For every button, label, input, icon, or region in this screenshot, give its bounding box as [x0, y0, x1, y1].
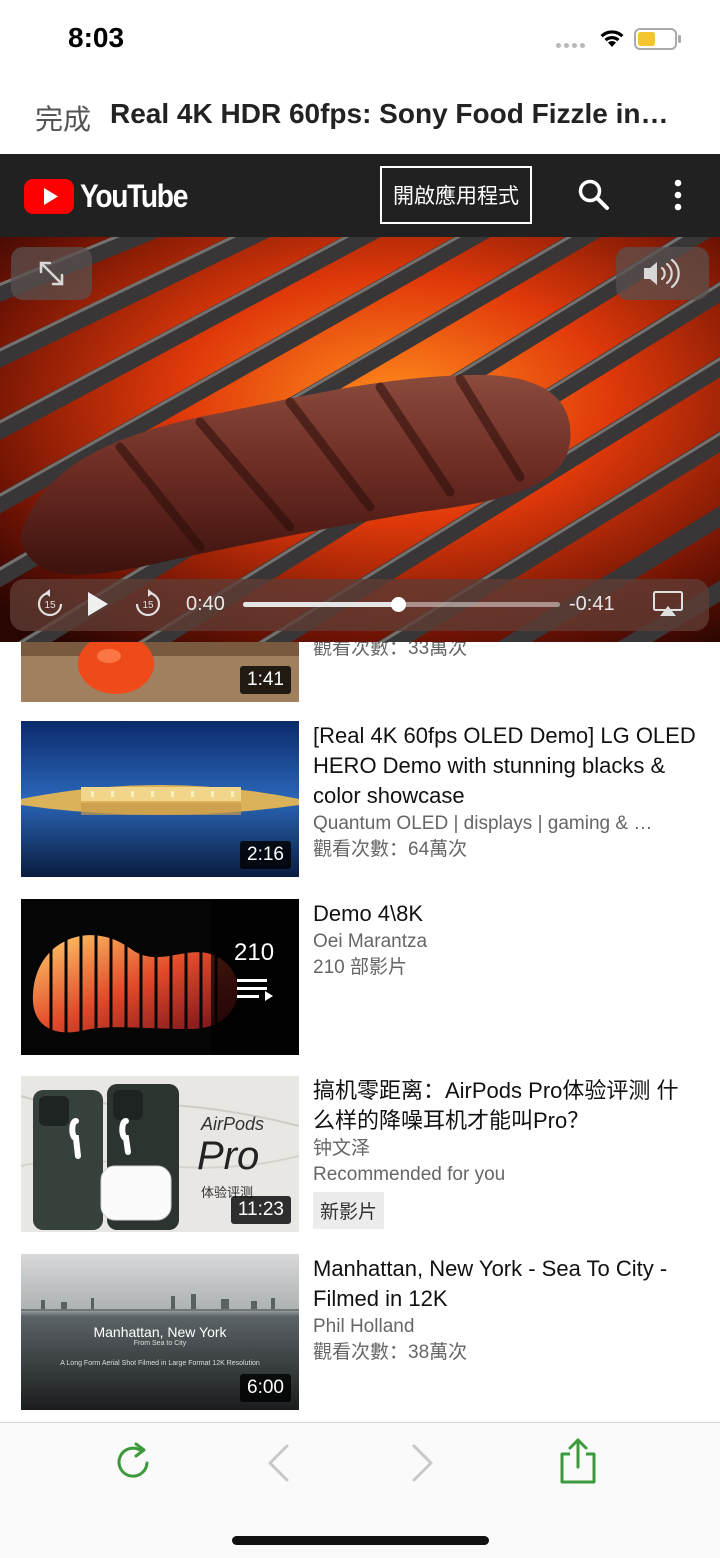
video-views: 觀看次數：64萬次: [313, 839, 468, 860]
video-info: 搞机零距离：AirPods Pro体验评测 什么样的降噪耳机才能叫Pro？ 钟文…: [313, 1076, 698, 1229]
thumbnail-image: [21, 899, 299, 1055]
airplay-icon[interactable]: [652, 590, 684, 618]
more-options-icon[interactable]: [668, 178, 688, 212]
video-title[interactable]: 搞机零距离：AirPods Pro体验评测 什么样的降噪耳机才能叫Pro？: [313, 1076, 698, 1136]
list-item[interactable]: AirPods Pro 体验评测 11:23 搞机零距离：AirPods Pro…: [0, 1076, 720, 1236]
thumb-text-pro: Pro: [197, 1134, 260, 1178]
search-icon[interactable]: [577, 178, 611, 212]
progress-fill: [243, 602, 399, 607]
fullscreen-button[interactable]: [11, 247, 92, 300]
wifi-icon: [600, 30, 624, 47]
video-info: Demo 4\8K Oei Marantza 210 部影片: [313, 899, 698, 981]
video-thumbnail[interactable]: AirPods Pro 体验评测 11:23: [21, 1076, 299, 1232]
youtube-logo-text: YouTube: [80, 178, 188, 214]
video-list: 1:41 觀看次數：33萬次 2:16 [Real 4K 60fps OLED …: [0, 642, 720, 1422]
status-bar: 8:03: [0, 0, 720, 80]
list-item[interactable]: 2:16 [Real 4K 60fps OLED Demo] LG OLED H…: [0, 721, 720, 881]
video-views: 觀看次數：33萬次: [313, 642, 468, 659]
recommendation-label: Recommended for you: [313, 1164, 506, 1185]
video-thumbnail[interactable]: 1:41: [21, 642, 299, 702]
video-duration: 1:41: [240, 666, 291, 694]
battery-icon: [634, 28, 681, 50]
youtube-play-icon: [24, 179, 74, 214]
skip-forward-15-icon[interactable]: 15: [133, 589, 163, 619]
video-duration: 6:00: [240, 1374, 291, 1402]
speaker-icon: [644, 258, 680, 289]
video-title[interactable]: [Real 4K 60fps OLED Demo] LG OLED HERO D…: [313, 721, 698, 811]
youtube-logo[interactable]: YouTube: [24, 178, 202, 215]
thumb-title: Manhattan, New York: [93, 1324, 227, 1340]
browser-header: 完成 Real 4K HDR 60fps: Sony Food Fizzle i…: [0, 80, 720, 154]
done-button[interactable]: 完成: [35, 98, 91, 138]
video-thumbnail[interactable]: Manhattan, New York From Sea to City A L…: [21, 1254, 299, 1410]
list-item[interactable]: 210 Demo 4\8K Oei Marantza 210 部影片: [0, 899, 720, 1059]
list-item[interactable]: 1:41 觀看次數：33萬次: [0, 642, 720, 702]
reload-icon[interactable]: [113, 1441, 153, 1483]
playlist-title[interactable]: Demo 4\8K: [313, 899, 698, 929]
back-chevron-icon[interactable]: [265, 1443, 291, 1483]
status-time: 8:03: [68, 22, 125, 53]
list-item[interactable]: Manhattan, New York From Sea to City A L…: [0, 1254, 720, 1414]
share-icon[interactable]: [558, 1437, 598, 1485]
channel-name: 钟文泽: [313, 1138, 371, 1159]
current-time: 0:40: [186, 593, 225, 615]
playlist-thumbnail[interactable]: 210: [21, 899, 299, 1055]
svg-text:15: 15: [142, 600, 154, 611]
video-info: [Real 4K 60fps OLED Demo] LG OLED HERO D…: [313, 721, 698, 863]
youtube-header: YouTube 開啟應用程式: [0, 154, 720, 237]
progress-scrubber[interactable]: [243, 597, 560, 612]
channel-name: Phil Holland: [313, 1316, 415, 1337]
new-video-badge: 新影片: [313, 1192, 385, 1229]
video-duration: 11:23: [230, 1196, 291, 1224]
playlist-count: 210: [234, 939, 275, 966]
page-title: Real 4K HDR 60fps: Sony Food Fizzle in…: [110, 98, 669, 129]
thumb-caption: A Long Form Aerial Shot Filmed in Large …: [60, 1360, 260, 1367]
forward-chevron-icon[interactable]: [410, 1443, 436, 1483]
expand-icon: [39, 261, 64, 286]
channel-name: Quantum OLED | displays | gaming & …: [313, 813, 653, 834]
cellular-signal-icon: [556, 43, 585, 48]
channel-name: Oei Marantza: [313, 931, 428, 952]
video-thumbnail[interactable]: 2:16: [21, 721, 299, 877]
remaining-time: -0:41: [569, 593, 615, 615]
svg-text:15: 15: [44, 600, 56, 611]
thumb-text-airpods: AirPods: [201, 1114, 265, 1134]
video-views: 觀看次數：38萬次: [313, 1342, 468, 1363]
video-duration: 2:16: [240, 841, 291, 869]
play-icon[interactable]: [86, 590, 110, 618]
video-info: Manhattan, New York - Sea To City - Film…: [313, 1254, 698, 1366]
video-title[interactable]: Manhattan, New York - Sea To City - Film…: [313, 1254, 698, 1314]
skip-back-15-icon[interactable]: 15: [35, 589, 65, 619]
video-count: 210 部影片: [313, 957, 407, 978]
volume-button[interactable]: [616, 247, 709, 300]
open-app-button[interactable]: 開啟應用程式: [380, 166, 532, 224]
home-indicator[interactable]: [232, 1536, 489, 1545]
thumb-subtitle: From Sea to City: [133, 1340, 187, 1347]
